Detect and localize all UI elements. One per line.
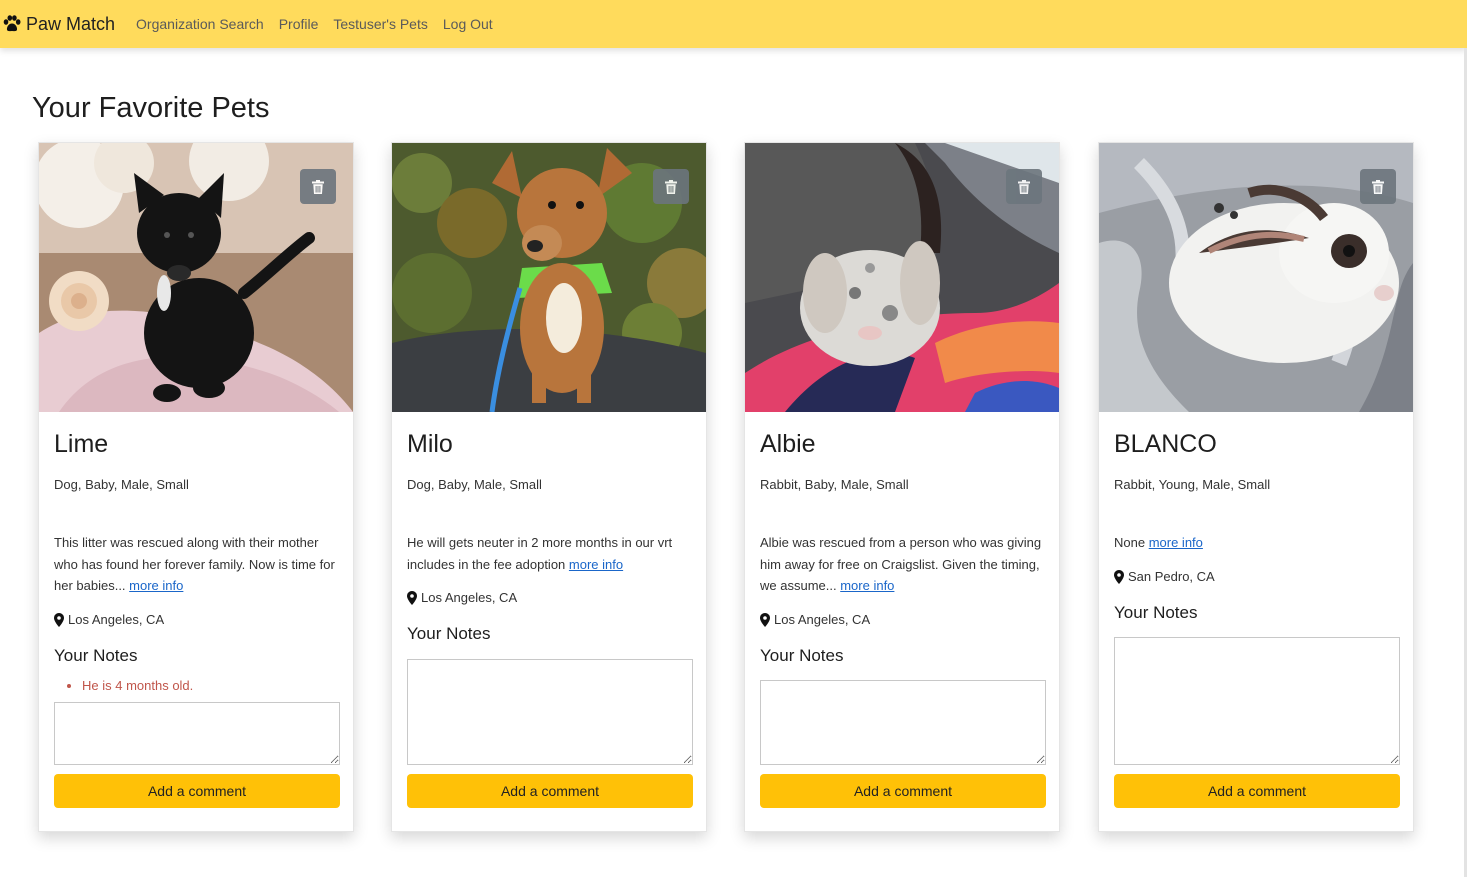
note-textarea[interactable]	[407, 659, 693, 765]
pet-description-text: He will gets neuter in 2 more months in …	[407, 535, 673, 572]
delete-button[interactable]	[653, 169, 689, 204]
location-text: Los Angeles, CA	[421, 590, 518, 605]
brand[interactable]: Paw Match	[2, 14, 115, 35]
nav-profile[interactable]: Profile	[279, 16, 319, 32]
pet-attributes: Rabbit, Baby, Male, Small	[760, 477, 909, 492]
more-info-link[interactable]: more info	[1149, 535, 1203, 550]
pet-attributes: Dog, Baby, Male, Small	[407, 477, 542, 492]
pet-name: Albie	[760, 430, 816, 458]
trash-icon	[1372, 179, 1384, 194]
card-body: Milo Dog, Baby, Male, Small He will gets…	[407, 429, 693, 645]
notes-title: Your Notes	[54, 645, 138, 665]
notes-title: Your Notes	[760, 645, 844, 665]
pet-description: Albie was rescued from a person who was …	[760, 532, 1046, 597]
add-comment-button[interactable]: Add a comment	[407, 774, 693, 808]
note-textarea[interactable]	[760, 680, 1046, 765]
add-comment-button[interactable]: Add a comment	[54, 774, 340, 808]
pet-description: He will gets neuter in 2 more months in …	[407, 532, 693, 575]
nav-testusers-pets[interactable]: Testuser's Pets	[333, 16, 428, 32]
trash-icon	[312, 179, 324, 194]
card-body: Albie Rabbit, Baby, Male, Small Albie wa…	[760, 429, 1046, 667]
pet-name: Milo	[407, 430, 453, 458]
pet-card-albie: Albie Rabbit, Baby, Male, Small Albie wa…	[744, 142, 1060, 832]
note-textarea[interactable]	[1114, 637, 1400, 765]
notes-title: Your Notes	[407, 624, 491, 643]
add-comment-button[interactable]: Add a comment	[760, 774, 1046, 808]
delete-button[interactable]	[1006, 169, 1042, 204]
pet-description-text: Albie was rescued from a person who was …	[760, 535, 1042, 593]
pet-card-milo: Milo Dog, Baby, Male, Small He will gets…	[391, 142, 707, 832]
map-marker-icon	[760, 612, 770, 627]
page-title: Your Favorite Pets	[32, 92, 270, 124]
pet-location: Los Angeles, CA	[760, 611, 1046, 629]
more-info-link[interactable]: more info	[129, 578, 183, 593]
pet-location: San Pedro, CA	[1114, 568, 1400, 586]
top-navbar: Paw Match Organization Search Profile Te…	[0, 0, 1467, 48]
pet-description: This litter was rescued along with their…	[54, 532, 340, 597]
pet-description-text: None	[1114, 535, 1146, 550]
pet-location: Los Angeles, CA	[407, 589, 693, 607]
map-marker-icon	[407, 591, 417, 605]
more-info-link[interactable]: more info	[840, 578, 894, 593]
trash-icon	[1018, 179, 1030, 194]
location-text: San Pedro, CA	[1128, 568, 1215, 584]
pet-name: BLANCO	[1114, 430, 1217, 458]
pet-attributes: Rabbit, Young, Male, Small	[1114, 477, 1271, 492]
delete-button[interactable]	[1360, 169, 1396, 204]
nav-log-out[interactable]: Log Out	[443, 16, 493, 32]
trash-icon	[665, 179, 677, 194]
notes-list: He is 4 months old.	[54, 677, 340, 695]
pet-description: None more info	[1114, 532, 1400, 554]
paw-icon	[3, 15, 21, 32]
add-comment-button[interactable]: Add a comment	[1114, 774, 1400, 808]
notes-title: Your Notes	[1114, 602, 1198, 622]
card-body: Lime Dog, Baby, Male, Small This litter …	[54, 429, 340, 695]
delete-button[interactable]	[300, 169, 336, 204]
pet-name: Lime	[54, 430, 109, 458]
pet-description-text: This litter was rescued along with their…	[54, 535, 335, 593]
location-text: Los Angeles, CA	[68, 611, 165, 627]
location-text: Los Angeles, CA	[774, 611, 871, 627]
pet-card-lime: Lime Dog, Baby, Male, Small This litter …	[38, 142, 354, 832]
pet-card-blanco: BLANCO Rabbit, Young, Male, Small None m…	[1098, 142, 1414, 832]
more-info-link[interactable]: more info	[569, 557, 623, 572]
card-body: BLANCO Rabbit, Young, Male, Small None m…	[1114, 429, 1400, 624]
pet-location: Los Angeles, CA	[54, 611, 340, 629]
nav-organization-search[interactable]: Organization Search	[136, 16, 264, 32]
note-item: He is 4 months old.	[82, 677, 340, 695]
map-marker-icon	[1114, 569, 1124, 584]
map-marker-icon	[54, 612, 64, 627]
brand-name: Paw Match	[26, 13, 116, 34]
note-textarea[interactable]	[54, 702, 340, 765]
pet-attributes: Dog, Baby, Male, Small	[54, 477, 189, 492]
